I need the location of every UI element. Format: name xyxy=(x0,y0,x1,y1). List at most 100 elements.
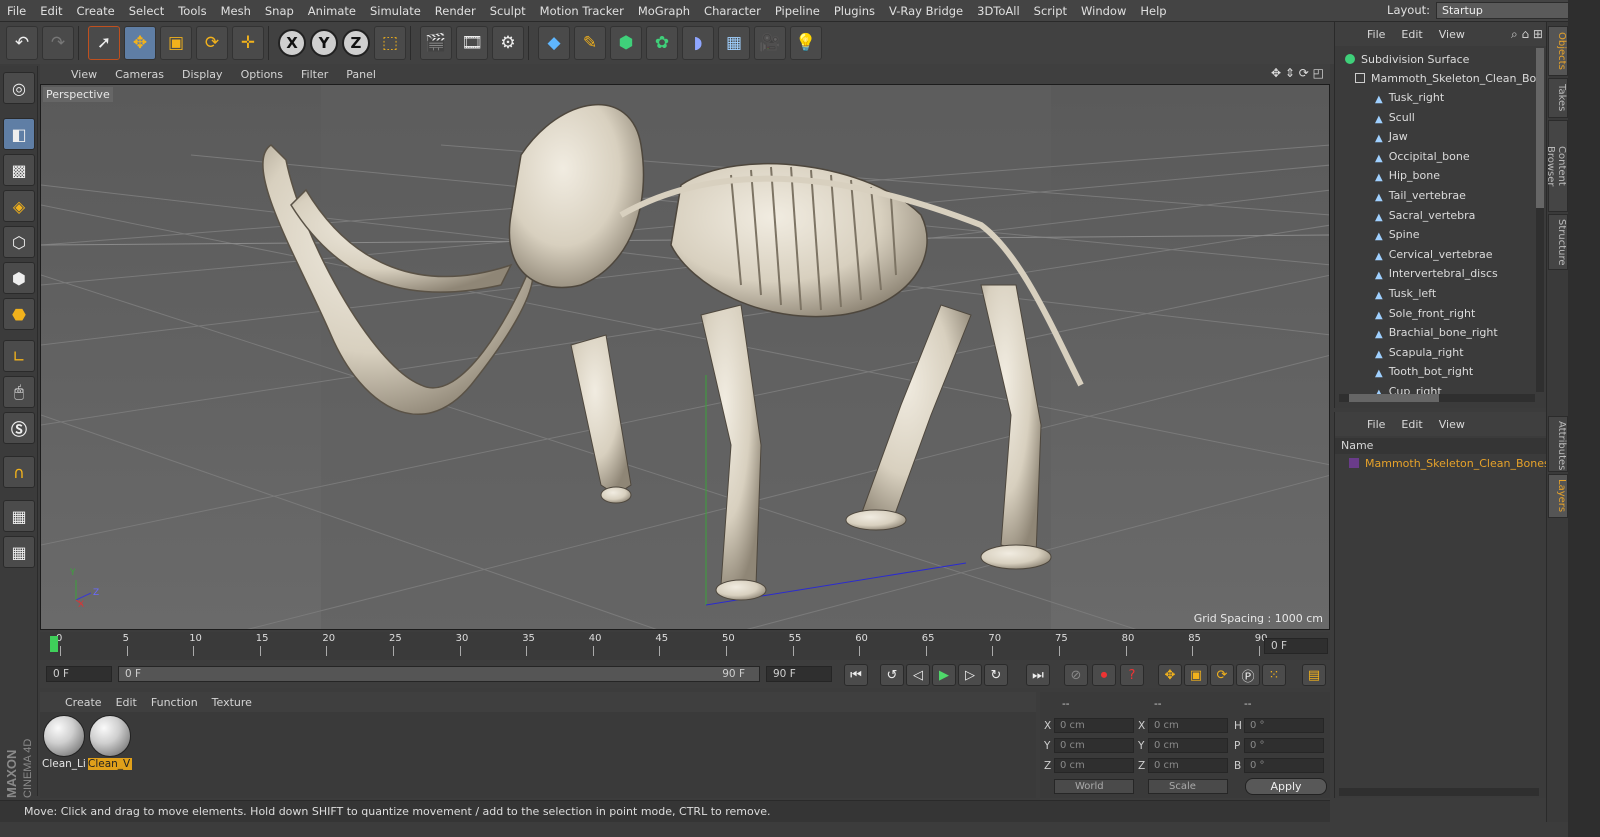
floor-button[interactable]: ▦ xyxy=(718,26,750,60)
material-menu-create[interactable]: Create xyxy=(58,696,109,709)
tree-row-subdivision-surface[interactable]: Subdivision Surface xyxy=(1345,50,1545,69)
viewport-nav-icons[interactable]: ✥ ⇕ ⟳ ◰ xyxy=(1271,66,1324,80)
keyframe-selection-button[interactable]: ? xyxy=(1120,664,1144,686)
tab-takes[interactable]: Takes xyxy=(1548,78,1568,118)
rot-h-field[interactable]: 0 ° xyxy=(1244,718,1324,733)
snap-button[interactable]: Ⓢ xyxy=(3,412,35,444)
menu-file[interactable]: File xyxy=(0,4,33,18)
tweak-mode-button[interactable]: 🖱 xyxy=(3,376,35,408)
3d-viewport[interactable]: Y Z X Perspective Grid Spacing : 1000 cm xyxy=(40,84,1330,630)
key-pla-button[interactable]: ⁙ xyxy=(1262,664,1286,686)
tree-row-bone[interactable]: ▲ Scull xyxy=(1375,108,1575,127)
tab-layers[interactable]: Layers xyxy=(1548,474,1568,518)
x-axis-lock-button[interactable]: X xyxy=(278,29,306,57)
key-parameter-button[interactable]: Ⓟ xyxy=(1236,664,1260,686)
go-to-end-button[interactable]: ⏭ xyxy=(1026,664,1050,686)
material-clean-li[interactable]: Clean_Li xyxy=(42,714,86,774)
menu-tools[interactable]: Tools xyxy=(171,4,213,18)
record-keys-button[interactable]: ⊘ xyxy=(1064,664,1088,686)
menu-plugins[interactable]: Plugins xyxy=(827,4,882,18)
go-to-start-button[interactable]: ⏮ xyxy=(844,664,868,686)
workplane-mode-button[interactable]: ◈ xyxy=(3,190,35,222)
live-selection-button[interactable]: ➚ xyxy=(88,26,120,60)
tree-row-mammoth-group[interactable]: Mammoth_Skeleton_Clean_Bo xyxy=(1355,69,1555,88)
cube-object-button[interactable]: ◆ xyxy=(538,26,570,60)
menu-help[interactable]: Help xyxy=(1133,4,1173,18)
menu-script[interactable]: Script xyxy=(1027,4,1074,18)
tree-row-bone[interactable]: ▲ Sole_front_right xyxy=(1375,304,1575,323)
material-menu-texture[interactable]: Texture xyxy=(205,696,259,709)
coordinate-system-button[interactable]: ⬚ xyxy=(374,26,406,60)
menu-create[interactable]: Create xyxy=(70,4,122,18)
render-view-button[interactable]: 🎬 xyxy=(420,26,452,60)
autokey-button[interactable]: ⏺ xyxy=(1092,664,1116,686)
key-position-button[interactable]: ✥ xyxy=(1158,664,1182,686)
object-hscrollbar[interactable] xyxy=(1339,394,1535,402)
layers-menu-file[interactable]: File xyxy=(1359,418,1393,431)
viewport-menu-filter[interactable]: Filter xyxy=(292,68,337,81)
tree-row-bone[interactable]: ▲ Tail_vertebrae xyxy=(1375,186,1575,205)
next-key-button[interactable]: ↻ xyxy=(984,664,1008,686)
previous-key-button[interactable]: ↺ xyxy=(880,664,904,686)
object-list-scrollbar[interactable] xyxy=(1536,48,1544,392)
z-axis-lock-button[interactable]: Z xyxy=(342,29,370,57)
tab-structure[interactable]: Structure xyxy=(1548,214,1568,270)
undo-button[interactable]: ↶ xyxy=(6,26,38,60)
material-menu-function[interactable]: Function xyxy=(144,696,205,709)
make-editable-button[interactable]: ◎ xyxy=(3,72,35,104)
scroll-thumb[interactable] xyxy=(1536,48,1544,208)
current-frame-field[interactable]: 0 F xyxy=(1264,638,1328,654)
timeline-ruler[interactable]: 0 5 10 15 20 25 30 35 40 45 50 55 60 65 70 75 80 85 90 0 F xyxy=(40,632,1330,660)
previous-frame-button[interactable]: ◁ xyxy=(906,664,930,686)
apply-button[interactable]: Apply xyxy=(1245,778,1327,795)
recent-tool-button[interactable]: ✛ xyxy=(232,26,264,60)
tree-row-bone[interactable]: ▲ Spine xyxy=(1375,225,1575,244)
camera-button[interactable]: 🎥 xyxy=(754,26,786,60)
edges-mode-button[interactable]: ⬢ xyxy=(3,262,35,294)
move-tool-button[interactable]: ✥ xyxy=(124,26,156,60)
viewport-menu-options[interactable]: Options xyxy=(232,68,292,81)
model-mode-button[interactable]: ◧ xyxy=(3,118,35,150)
tree-row-bone[interactable]: ▲ Intervertebral_discs xyxy=(1375,264,1575,283)
texture-mode-button[interactable]: ▩ xyxy=(3,154,35,186)
pos-y-field[interactable]: 0 cm xyxy=(1054,738,1134,753)
menu-edit[interactable]: Edit xyxy=(33,4,69,18)
playhead[interactable] xyxy=(50,636,58,652)
menu-sculpt[interactable]: Sculpt xyxy=(483,4,533,18)
objects-menu-edit[interactable]: Edit xyxy=(1393,28,1430,41)
cloner-button[interactable]: ✿ xyxy=(646,26,678,60)
material-clean-v[interactable]: Clean_V xyxy=(88,714,132,774)
points-mode-button[interactable]: ⬡ xyxy=(3,226,35,258)
menu-render[interactable]: Render xyxy=(428,4,483,18)
layers-menu-view[interactable]: View xyxy=(1431,418,1473,431)
menu-motion-tracker[interactable]: Motion Tracker xyxy=(533,4,631,18)
objects-menu-file[interactable]: File xyxy=(1359,28,1393,41)
viewport-menu-view[interactable]: View xyxy=(62,68,106,81)
tree-row-bone[interactable]: ▲ Tusk_right xyxy=(1375,88,1575,107)
menu-mograph[interactable]: MoGraph xyxy=(631,4,697,18)
size-mode-dropdown[interactable]: Scale xyxy=(1148,779,1228,794)
render-settings-button[interactable]: ⚙ xyxy=(492,26,524,60)
pos-x-field[interactable]: 0 cm xyxy=(1054,718,1134,733)
key-rotation-button[interactable]: ⟳ xyxy=(1210,664,1234,686)
layer-hscrollbar[interactable] xyxy=(1339,788,1539,796)
layout-dropdown[interactable]: Startup xyxy=(1436,2,1586,19)
pen-spline-button[interactable]: ✎ xyxy=(574,26,606,60)
menu-mesh[interactable]: Mesh xyxy=(214,4,258,18)
tree-row-bone[interactable]: ▲ Tooth_bot_right xyxy=(1375,362,1575,381)
viewport-menu-panel[interactable]: Panel xyxy=(337,68,385,81)
timeline-window-button[interactable]: ▤ xyxy=(1302,664,1326,686)
menu-window[interactable]: Window xyxy=(1074,4,1133,18)
menu-select[interactable]: Select xyxy=(122,4,171,18)
rot-b-field[interactable]: 0 ° xyxy=(1244,758,1324,773)
rotate-tool-button[interactable]: ⟳ xyxy=(196,26,228,60)
camera-label[interactable]: Perspective xyxy=(43,87,113,102)
material-menu-edit[interactable]: Edit xyxy=(109,696,144,709)
play-button[interactable]: ▶ xyxy=(932,664,956,686)
tab-attributes[interactable]: Attributes xyxy=(1548,416,1568,472)
rot-p-field[interactable]: 0 ° xyxy=(1244,738,1324,753)
frame-range-slider[interactable]: 0 F 90 F xyxy=(118,666,760,682)
menu-vray-bridge[interactable]: V-Ray Bridge xyxy=(882,4,970,18)
tree-row-bone[interactable]: ▲ Scapula_right xyxy=(1375,343,1575,362)
tree-row-bone[interactable]: ▲ Sacral_vertebra xyxy=(1375,206,1575,225)
